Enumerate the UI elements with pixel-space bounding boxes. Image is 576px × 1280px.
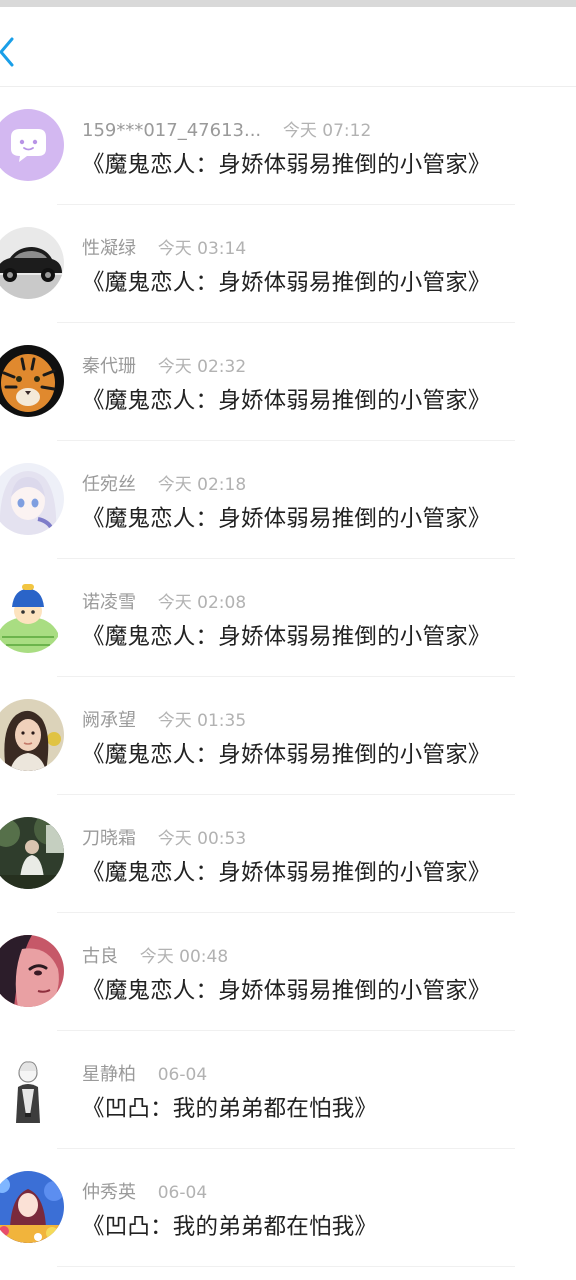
user-name: 阙承望: [82, 710, 136, 731]
chevron-left-icon: [0, 37, 14, 67]
timestamp: 今天 00:48: [139, 947, 229, 967]
book-title: 《凹凸：我的弟弟都在怕我》: [82, 1096, 378, 1122]
user-name: 秦代珊: [82, 356, 136, 377]
row-divider: [57, 1266, 515, 1267]
message-meta: 仲秀英 06-04: [82, 1178, 207, 1204]
message-meta: 刀晓霜 今天 00:53: [82, 824, 246, 850]
anime-colorful-avatar: [0, 1171, 64, 1243]
back-button[interactable]: [0, 35, 30, 71]
woman-photo-avatar: [0, 699, 64, 771]
message-meta: 159***017_47613... 今天 07:12: [82, 116, 371, 142]
chat-bubble-avatar: [0, 109, 64, 181]
user-name: 任宛丝: [82, 474, 136, 495]
list-item[interactable]: 仲秀英 06-04 《凹凸：我的弟弟都在怕我》: [0, 1149, 576, 1267]
book-title: 《魔鬼恋人：身娇体弱易推倒的小管家》: [82, 624, 491, 650]
list-item[interactable]: 古良 今天 00:48 《魔鬼恋人：身娇体弱易推倒的小管家》: [0, 913, 576, 1031]
timestamp: 06-04: [157, 1065, 208, 1085]
book-title: 《魔鬼恋人：身娇体弱易推倒的小管家》: [82, 860, 491, 886]
timestamp: 今天 02:08: [157, 593, 247, 613]
anime-face-avatar: [0, 935, 64, 1007]
user-name: 古良: [82, 946, 118, 967]
list-item[interactable]: 阙承望 今天 01:35 《魔鬼恋人：身娇体弱易推倒的小管家》: [0, 677, 576, 795]
book-title: 《魔鬼恋人：身娇体弱易推倒的小管家》: [82, 506, 491, 532]
user-name: 诺凌雪: [82, 592, 136, 613]
timestamp: 06-04: [157, 1183, 208, 1203]
user-name: 仲秀英: [82, 1182, 136, 1203]
book-title: 《魔鬼恋人：身娇体弱易推倒的小管家》: [82, 270, 491, 296]
user-name: 星静柏: [82, 1064, 136, 1085]
message-meta: 任宛丝 今天 02:18: [82, 470, 246, 496]
message-meta: 性凝绿 今天 03:14: [82, 234, 246, 260]
list-item[interactable]: 诺凌雪 今天 02:08 《魔鬼恋人：身娇体弱易推倒的小管家》: [0, 559, 576, 677]
sketch-boy-avatar: [0, 1053, 64, 1125]
timestamp: 今天 02:32: [157, 357, 247, 377]
user-name: 刀晓霜: [82, 828, 136, 849]
cartoon-character-avatar: [0, 581, 64, 653]
message-meta: 星静柏 06-04: [82, 1060, 207, 1086]
anime-girl-avatar: [0, 463, 64, 535]
timestamp: 今天 00:53: [157, 829, 247, 849]
status-strip: [0, 0, 576, 7]
book-title: 《魔鬼恋人：身娇体弱易推倒的小管家》: [82, 742, 491, 768]
timestamp: 今天 02:18: [157, 475, 247, 495]
list-item[interactable]: 159***017_47613... 今天 07:12 《魔鬼恋人：身娇体弱易推…: [0, 87, 576, 205]
list-item[interactable]: 性凝绿 今天 03:14 《魔鬼恋人：身娇体弱易推倒的小管家》: [0, 205, 576, 323]
timestamp: 今天 01:35: [157, 711, 247, 731]
list-item[interactable]: 星静柏 06-04 《凹凸：我的弟弟都在怕我》: [0, 1031, 576, 1149]
timestamp: 今天 07:12: [282, 121, 372, 141]
message-meta: 古良 今天 00:48: [82, 942, 228, 968]
list-item[interactable]: 任宛丝 今天 02:18 《魔鬼恋人：身娇体弱易推倒的小管家》: [0, 441, 576, 559]
tiger-photo-avatar: [0, 345, 64, 417]
list-item[interactable]: 刀晓霜 今天 00:53 《魔鬼恋人：身娇体弱易推倒的小管家》: [0, 795, 576, 913]
user-name: 性凝绿: [82, 238, 136, 259]
message-meta: 秦代珊 今天 02:32: [82, 352, 246, 378]
forest-person-avatar: [0, 817, 64, 889]
message-meta: 诺凌雪 今天 02:08: [82, 588, 246, 614]
header: [0, 7, 576, 87]
book-title: 《魔鬼恋人：身娇体弱易推倒的小管家》: [82, 152, 491, 178]
book-title: 《魔鬼恋人：身娇体弱易推倒的小管家》: [82, 978, 491, 1004]
car-photo-avatar: [0, 227, 64, 299]
user-name: 159***017_47613...: [82, 120, 262, 141]
timestamp: 今天 03:14: [157, 239, 247, 259]
list-item[interactable]: 秦代珊 今天 02:32 《魔鬼恋人：身娇体弱易推倒的小管家》: [0, 323, 576, 441]
book-title: 《魔鬼恋人：身娇体弱易推倒的小管家》: [82, 388, 491, 414]
book-title: 《凹凸：我的弟弟都在怕我》: [82, 1214, 378, 1240]
message-meta: 阙承望 今天 01:35: [82, 706, 246, 732]
